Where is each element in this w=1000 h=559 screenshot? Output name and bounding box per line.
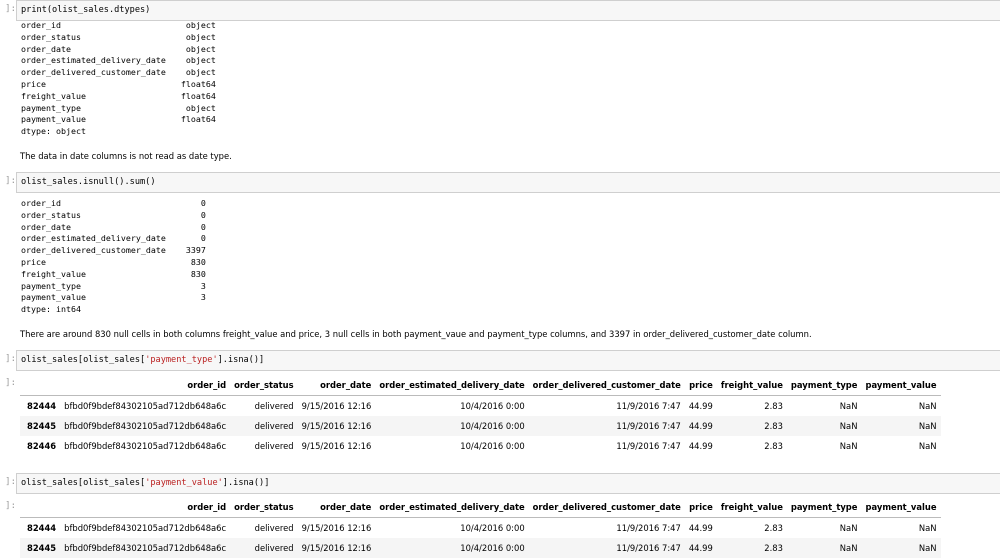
table-cell: NaN (839, 542, 858, 553)
table-row: 82445 bfbd0f9bdef84302105ad712db648a6c del… (20, 537, 941, 558)
table-cell: 2.83 (764, 400, 783, 411)
column-header: order_estimated_delivery_date (375, 375, 529, 396)
table-cell: delivered (254, 542, 294, 553)
table-cell: delivered (254, 400, 294, 411)
code-string: 'payment_type' (145, 355, 218, 365)
row-index: 82445 (27, 420, 57, 431)
row-index: 82446 (27, 441, 57, 452)
column-header: payment_type (786, 497, 862, 518)
column-header: freight_value (716, 375, 787, 396)
table-cell: 9/15/2016 12:16 (301, 420, 372, 431)
output-prompt: ]: (5, 378, 16, 388)
table-cell: 2.83 (764, 420, 783, 431)
dataframe-payment-value-null: order_id order_status order_date order_esti… (20, 497, 941, 558)
table-cell: 44.99 (688, 441, 713, 452)
table-cell: 2.83 (764, 441, 783, 452)
table-cell: NaN (918, 400, 937, 411)
column-header: order_delivered_customer_date (528, 375, 685, 396)
table-cell: 44.99 (688, 420, 713, 431)
table-cell: NaN (918, 522, 937, 533)
column-header: payment_value (861, 497, 941, 518)
column-header: price (684, 497, 717, 518)
code-cell-payment-type[interactable]: olist_sales[olist_sales['payment_type'].… (16, 350, 1000, 371)
table-cell: delivered (254, 420, 294, 431)
table-cell: 44.99 (688, 522, 713, 533)
code-text: ].isna()] (222, 478, 270, 488)
table-cell: 44.99 (688, 542, 713, 553)
table-row: 82445 bfbd0f9bdef84302105ad712db648a6c del… (20, 415, 941, 436)
table-cell: 11/9/2016 7:47 (616, 522, 681, 533)
table-cell: bfbd0f9bdef84302105ad712db648a6c (64, 542, 227, 553)
table-cell: delivered (254, 441, 294, 452)
column-header: freight_value (716, 497, 787, 518)
code-string: 'payment_value' (145, 478, 223, 488)
table-cell: NaN (918, 420, 937, 431)
column-header: order_date (297, 497, 376, 518)
column-header: order_status (230, 375, 298, 396)
table-cell: 9/15/2016 12:16 (301, 522, 372, 533)
markdown-date-note: The data in date columns is not read as … (20, 151, 232, 161)
column-header: order_id (60, 375, 231, 396)
table-row: 82446 bfbd0f9bdef84302105ad712db648a6c del… (20, 436, 941, 457)
cell-prompt: ]: (5, 176, 16, 186)
code-text: olist_sales[olist_sales[ (21, 355, 146, 365)
column-header: payment_type (786, 375, 862, 396)
table-cell: NaN (839, 522, 858, 533)
table-cell: 10/4/2016 0:00 (460, 542, 525, 553)
code-text: olist_sales[olist_sales[ (21, 478, 146, 488)
code-cell-dtypes[interactable]: print(olist_sales.dtypes) (16, 0, 1000, 21)
table-cell: NaN (839, 441, 858, 452)
table-cell: 9/15/2016 12:16 (301, 441, 372, 452)
column-header: payment_value (861, 375, 941, 396)
table-cell: 11/9/2016 7:47 (616, 441, 681, 452)
table-cell: 11/9/2016 7:47 (616, 542, 681, 553)
markdown-null-note: There are around 830 null cells in both … (20, 329, 812, 339)
table-cell: 2.83 (764, 542, 783, 553)
column-header: order_id (60, 497, 231, 518)
table-cell: 9/15/2016 12:16 (301, 542, 372, 553)
table-cell: bfbd0f9bdef84302105ad712db648a6c (64, 400, 227, 411)
table-cell: 44.99 (688, 400, 713, 411)
table-cell: bfbd0f9bdef84302105ad712db648a6c (64, 420, 227, 431)
table-cell: NaN (839, 400, 858, 411)
table-row: 82444 bfbd0f9bdef84302105ad712db648a6c del… (20, 517, 941, 538)
output-dtypes: order_id object order_status object orde… (21, 20, 216, 137)
column-header (20, 375, 61, 396)
column-header: order_status (230, 497, 298, 518)
table-cell: 10/4/2016 0:00 (460, 522, 525, 533)
table-cell: NaN (918, 542, 937, 553)
table-row: 82444 bfbd0f9bdef84302105ad712db648a6c del… (20, 395, 941, 416)
row-index: 82445 (27, 542, 57, 553)
table-cell: 10/4/2016 0:00 (460, 441, 525, 452)
dataframe-payment-type-null: order_id order_status order_date order_esti… (20, 375, 941, 457)
table-cell: delivered (254, 522, 294, 533)
table-cell: 10/4/2016 0:00 (460, 400, 525, 411)
table-cell: 9/15/2016 12:16 (301, 400, 372, 411)
output-prompt: ]: (5, 501, 16, 511)
table-cell: 11/9/2016 7:47 (616, 400, 681, 411)
column-header: order_delivered_customer_date (528, 497, 685, 518)
table-cell: 10/4/2016 0:00 (460, 420, 525, 431)
table-cell: 11/9/2016 7:47 (616, 420, 681, 431)
row-index: 82444 (27, 400, 57, 411)
table-cell: bfbd0f9bdef84302105ad712db648a6c (64, 441, 227, 452)
table-cell: NaN (839, 420, 858, 431)
code-text: ].isna()] (217, 355, 265, 365)
column-header: price (684, 375, 717, 396)
code-cell-isnull[interactable]: olist_sales.isnull().sum() (16, 172, 1000, 193)
cell-prompt: ]: (5, 354, 16, 364)
cell-prompt: ]: (5, 477, 16, 487)
table-cell: 2.83 (764, 522, 783, 533)
row-index: 82444 (27, 522, 57, 533)
column-header: order_estimated_delivery_date (375, 497, 529, 518)
table-cell: NaN (918, 441, 937, 452)
cell-prompt: ]: (5, 4, 16, 14)
output-nulls: order_id 0 order_status 0 order_date 0 o… (21, 198, 206, 315)
column-header: order_date (297, 375, 376, 396)
table-cell: bfbd0f9bdef84302105ad712db648a6c (64, 522, 227, 533)
column-header (20, 497, 61, 518)
code-cell-payment-value[interactable]: olist_sales[olist_sales['payment_value']… (16, 473, 1000, 494)
